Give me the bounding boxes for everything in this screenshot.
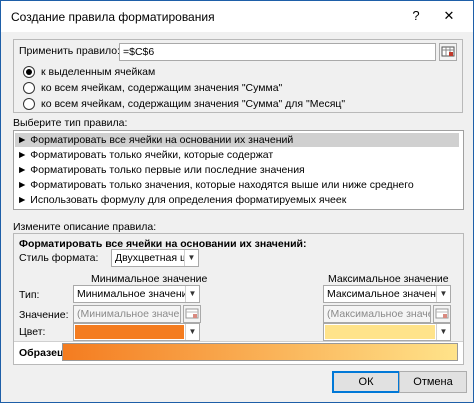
min-color-select[interactable]: ▼ bbox=[73, 323, 200, 341]
edit-rule-header: Измените описание правила: bbox=[13, 221, 157, 233]
radio-sum-for-month-label: ко всем ячейкам, содержащим значения "Су… bbox=[41, 98, 346, 110]
rule-type-item[interactable]: ► Форматировать только значения, которые… bbox=[15, 178, 459, 192]
max-type-select[interactable]: Максимальное значение ▼ bbox=[323, 285, 451, 303]
min-value-input[interactable]: (Минимальное значение bbox=[73, 305, 181, 323]
rule-type-header: Выберите тип правила: bbox=[13, 117, 128, 129]
cancel-button[interactable]: Отмена bbox=[399, 371, 467, 393]
apply-rule-value: =$C$6 bbox=[123, 46, 155, 58]
max-color-swatch bbox=[325, 325, 435, 339]
chevron-down-icon: ▼ bbox=[436, 286, 450, 302]
value-label: Значение: bbox=[19, 309, 69, 321]
preview-gradient bbox=[62, 343, 458, 361]
max-value-input[interactable]: (Максимальное значение bbox=[323, 305, 431, 323]
max-type-value: Максимальное значение bbox=[327, 288, 448, 300]
preview-label: Образец: bbox=[19, 347, 67, 359]
radio-sum-for-month[interactable] bbox=[23, 98, 35, 110]
radio-selected-cells-label: к выделенным ячейкам bbox=[41, 66, 156, 78]
max-value-range-button[interactable] bbox=[433, 305, 451, 323]
close-button[interactable]: ✕ bbox=[438, 6, 460, 26]
chevron-down-icon: ▼ bbox=[185, 324, 199, 340]
rule-type-item[interactable]: ► Использовать формулу для определения ф… bbox=[15, 193, 459, 207]
rule-type-item[interactable]: ► Форматировать только первые или послед… bbox=[15, 163, 459, 177]
min-type-select[interactable]: Минимальное значение ▼ bbox=[73, 285, 200, 303]
range-select-icon bbox=[185, 308, 199, 319]
min-value-range-button[interactable] bbox=[183, 305, 201, 323]
max-color-select[interactable]: ▼ bbox=[323, 323, 451, 341]
color-label: Цвет: bbox=[19, 326, 46, 338]
rule-type-item[interactable]: ► Форматировать все ячейки на основании … bbox=[15, 133, 459, 147]
chevron-down-icon: ▼ bbox=[185, 286, 199, 302]
max-value-header: Максимальное значение bbox=[328, 273, 449, 285]
chevron-down-icon: ▼ bbox=[184, 250, 198, 266]
type-label: Тип: bbox=[19, 289, 40, 301]
max-value-text: (Максимальное значение bbox=[327, 308, 430, 320]
title-bar: Создание правила форматирования ? ✕ bbox=[1, 1, 473, 32]
min-value-header: Минимальное значение bbox=[91, 273, 208, 285]
min-value-text: (Минимальное значение bbox=[77, 308, 180, 320]
chevron-down-icon: ▼ bbox=[436, 324, 450, 340]
window-title: Создание правила форматирования bbox=[11, 10, 215, 24]
range-select-icon bbox=[435, 308, 449, 319]
rule-type-item[interactable]: ► Форматировать только ячейки, которые с… bbox=[15, 148, 459, 162]
range-select-button[interactable] bbox=[439, 43, 457, 61]
radio-selected-cells[interactable] bbox=[23, 66, 35, 78]
range-select-icon bbox=[441, 46, 455, 57]
help-button[interactable]: ? bbox=[405, 6, 427, 26]
min-type-value: Минимальное значение bbox=[77, 288, 194, 300]
radio-all-sum-cells-label: ко всем ячейкам, содержащим значения "Су… bbox=[41, 82, 283, 94]
apply-rule-input[interactable]: =$C$6 bbox=[119, 43, 436, 61]
format-style-select[interactable]: Двухцветная шкала ▼ bbox=[111, 249, 199, 267]
ok-button[interactable]: ОК bbox=[332, 371, 400, 393]
apply-rule-label: Применить правило: bbox=[19, 45, 120, 57]
min-color-swatch bbox=[75, 325, 184, 339]
dialog-window: Создание правила форматирования ? ✕ Прим… bbox=[0, 0, 474, 403]
format-style-label: Стиль формата: bbox=[19, 252, 99, 264]
radio-all-sum-cells[interactable] bbox=[23, 82, 35, 94]
